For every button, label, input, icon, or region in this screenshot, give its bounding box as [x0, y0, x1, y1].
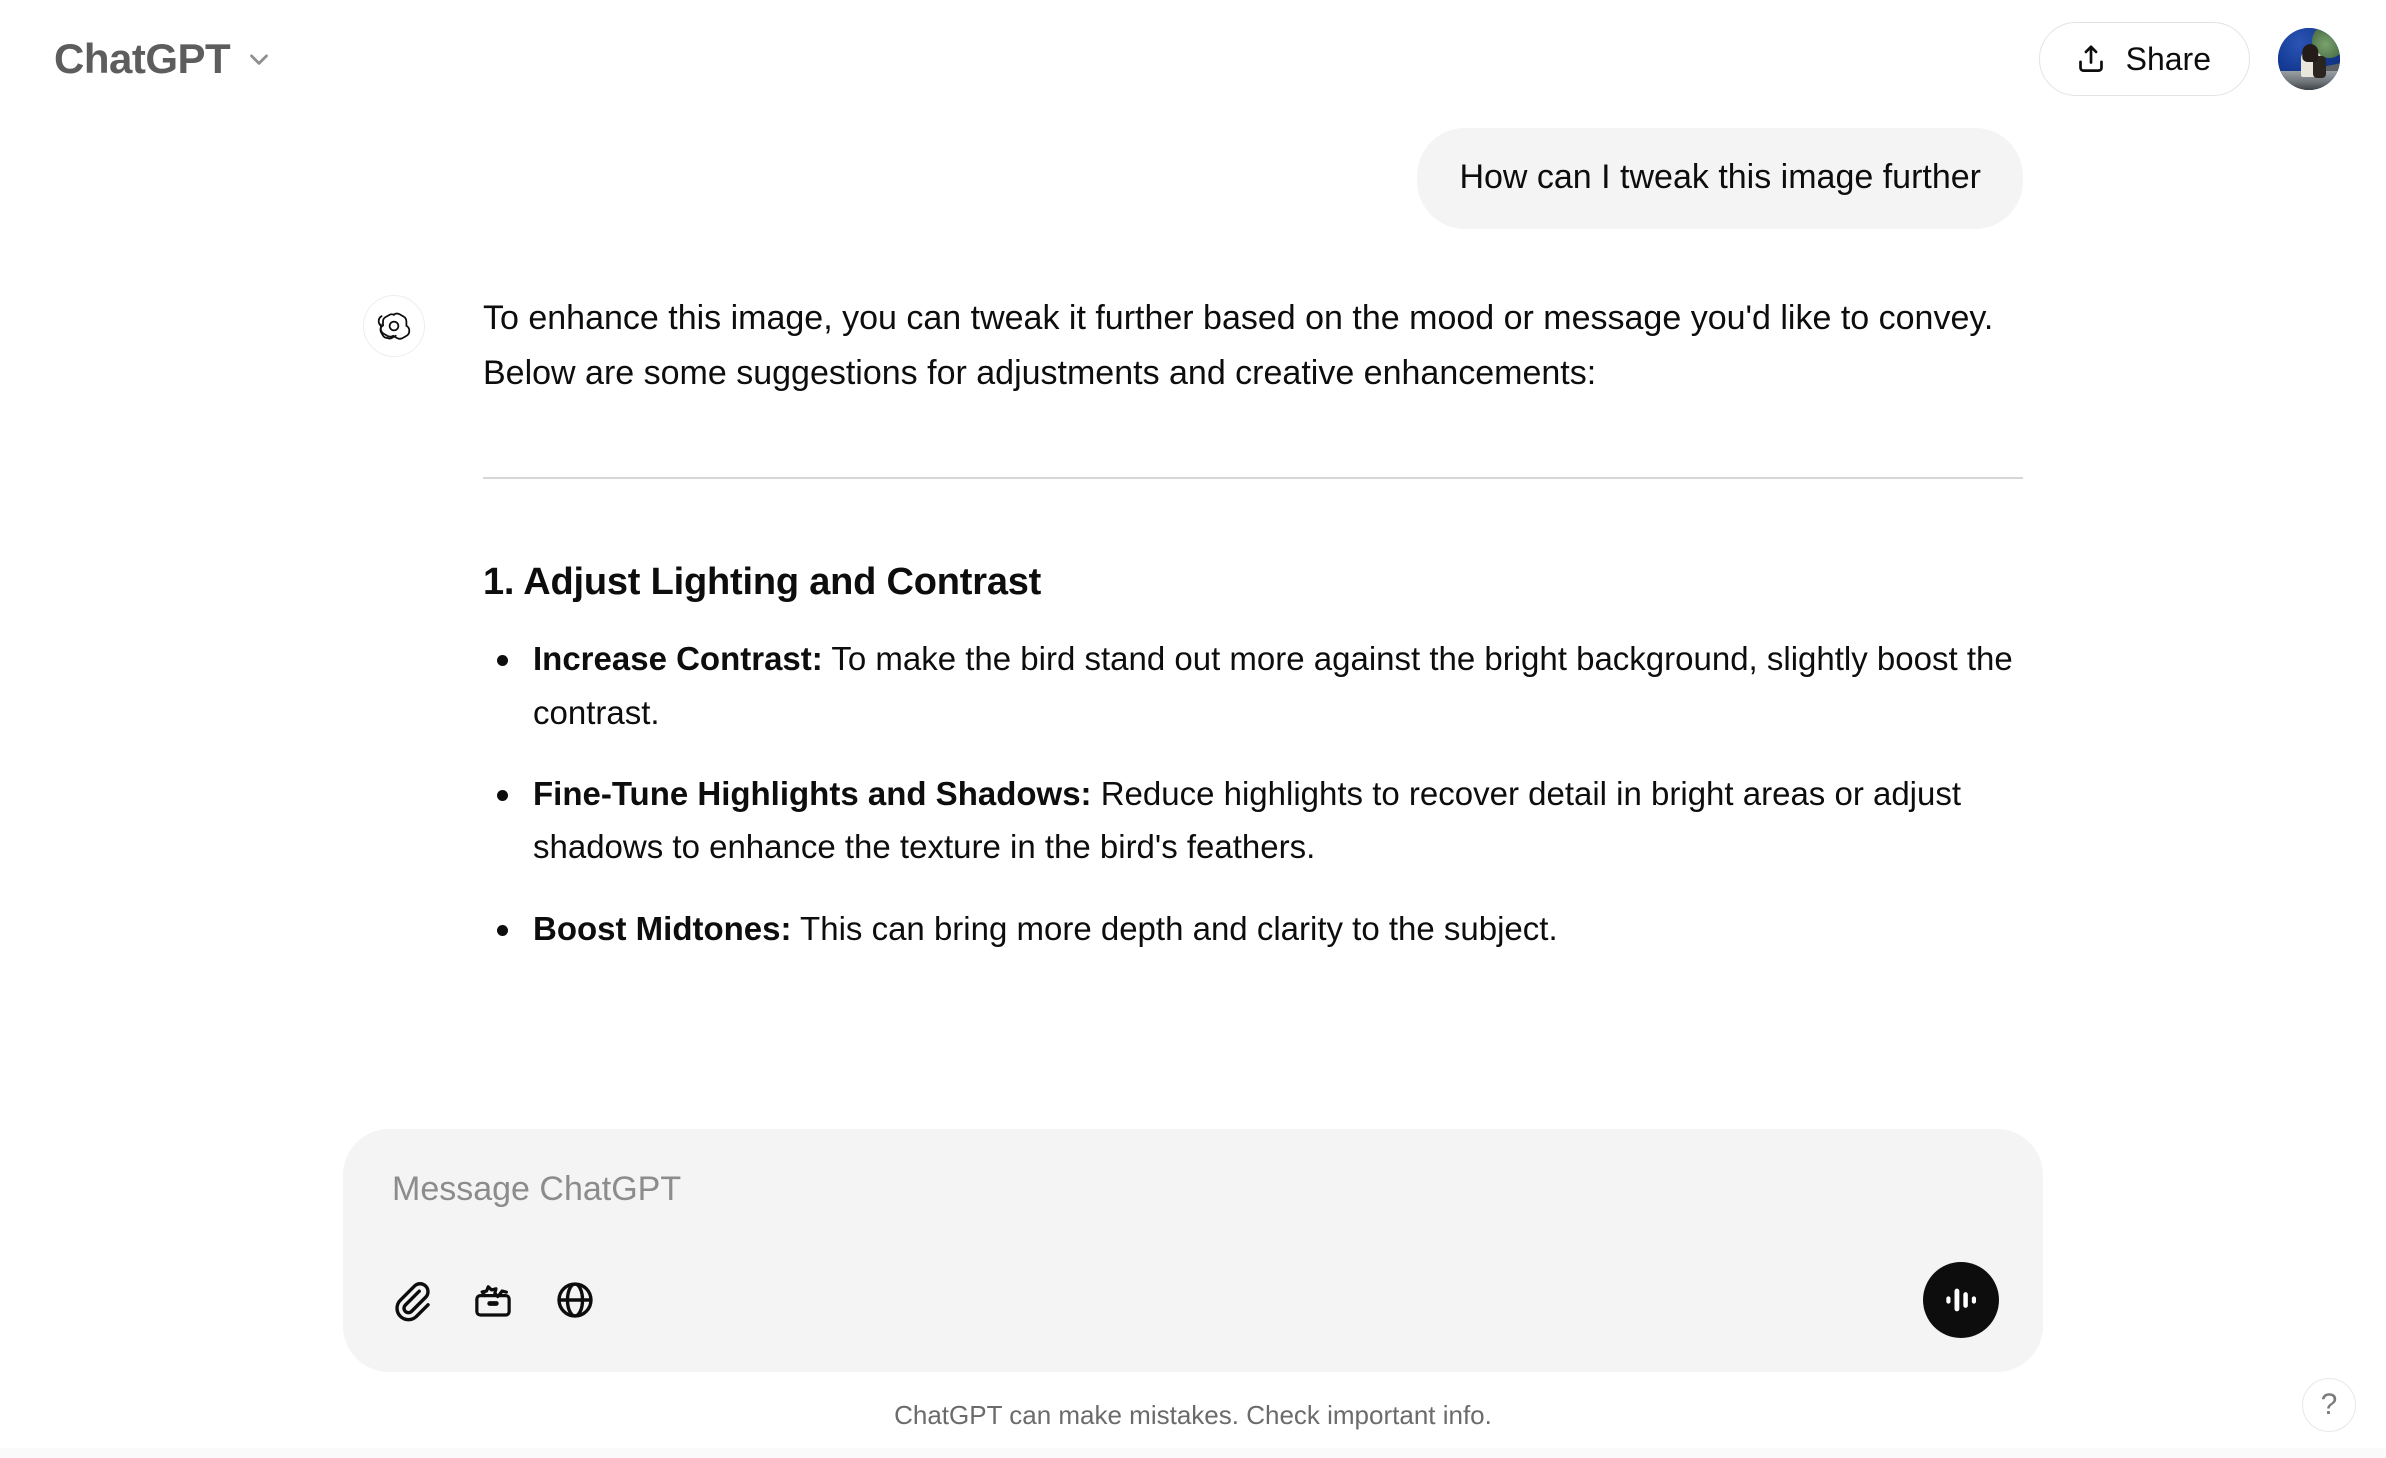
- model-switcher-button[interactable]: ChatGPT: [46, 30, 288, 88]
- app-footer: ChatGPT can make mistakes. Check importa…: [0, 1372, 2386, 1458]
- list-item-text: This can bring more depth and clarity to…: [791, 909, 1558, 947]
- message-thread: How can I tweak this image further To en…: [363, 118, 2023, 983]
- web-search-button[interactable]: [551, 1276, 599, 1324]
- tools-button[interactable]: [469, 1276, 517, 1324]
- list-item: Boost Midtones: This can bring more dept…: [483, 902, 2023, 955]
- voice-waveform-icon: [1941, 1280, 1981, 1320]
- user-message-bubble[interactable]: How can I tweak this image further: [1417, 128, 2023, 229]
- search-input[interactable]: Message ChatGPT: [387, 1169, 1999, 1210]
- voice-mode-button[interactable]: [1923, 1262, 1999, 1338]
- composer-container: Message ChatGPT: [0, 1129, 2386, 1372]
- chatgpt-app-window: ChatGPT Share How can I tweak this image…: [0, 0, 2386, 1458]
- user-message-row: How can I tweak this image further: [363, 128, 2023, 229]
- share-button-label: Share: [2125, 41, 2211, 77]
- assistant-message-body: To enhance this image, you can tweak it …: [425, 291, 2023, 983]
- list-item-term: Fine-Tune Highlights and Shadows:: [533, 774, 1092, 812]
- section-divider: [483, 477, 2023, 480]
- attach-file-button[interactable]: [387, 1276, 435, 1324]
- conversation-scroll-area[interactable]: How can I tweak this image further To en…: [0, 118, 2386, 1129]
- chevron-down-icon: [244, 44, 274, 74]
- openai-logo-icon: [363, 294, 425, 357]
- assistant-paragraph-1: To enhance this image, you can tweak it …: [483, 298, 1994, 337]
- composer-tool-group: [387, 1276, 599, 1324]
- app-header: ChatGPT Share: [0, 0, 2386, 118]
- bottom-edge-strip: [0, 1448, 2386, 1458]
- globe-icon: [553, 1278, 597, 1322]
- composer-toolbar: [387, 1262, 1999, 1338]
- share-button[interactable]: Share: [2038, 22, 2250, 96]
- assistant-paragraph-2: Below are some suggestions for adjustmen…: [483, 353, 1597, 392]
- avatar[interactable]: [2278, 28, 2340, 90]
- paperclip-icon: [389, 1278, 433, 1322]
- user-message-text: How can I tweak this image further: [1459, 158, 1981, 196]
- list-item: Increase Contrast: To make the bird stan…: [483, 632, 2023, 739]
- suggestion-list: Increase Contrast: To make the bird stan…: [483, 632, 2023, 955]
- assistant-message-row: To enhance this image, you can tweak it …: [363, 291, 2023, 983]
- help-button[interactable]: ?: [2302, 1378, 2356, 1432]
- page-title: ChatGPT: [54, 35, 231, 82]
- share-upload-icon: [2074, 42, 2108, 76]
- list-item-term: Increase Contrast:: [533, 640, 823, 678]
- question-mark-icon: ?: [2320, 1388, 2338, 1421]
- header-actions: Share: [2038, 22, 2366, 96]
- message-composer[interactable]: Message ChatGPT: [343, 1129, 2043, 1372]
- list-item-term: Boost Midtones:: [533, 909, 792, 947]
- avatar-person-hair: [2302, 44, 2319, 62]
- toolbox-sparkle-icon: [471, 1278, 515, 1322]
- section-heading: 1. Adjust Lighting and Contrast: [483, 561, 1042, 604]
- list-item: Fine-Tune Highlights and Shadows: Reduce…: [483, 767, 2023, 874]
- disclaimer-text: ChatGPT can make mistakes. Check importa…: [894, 1400, 1492, 1430]
